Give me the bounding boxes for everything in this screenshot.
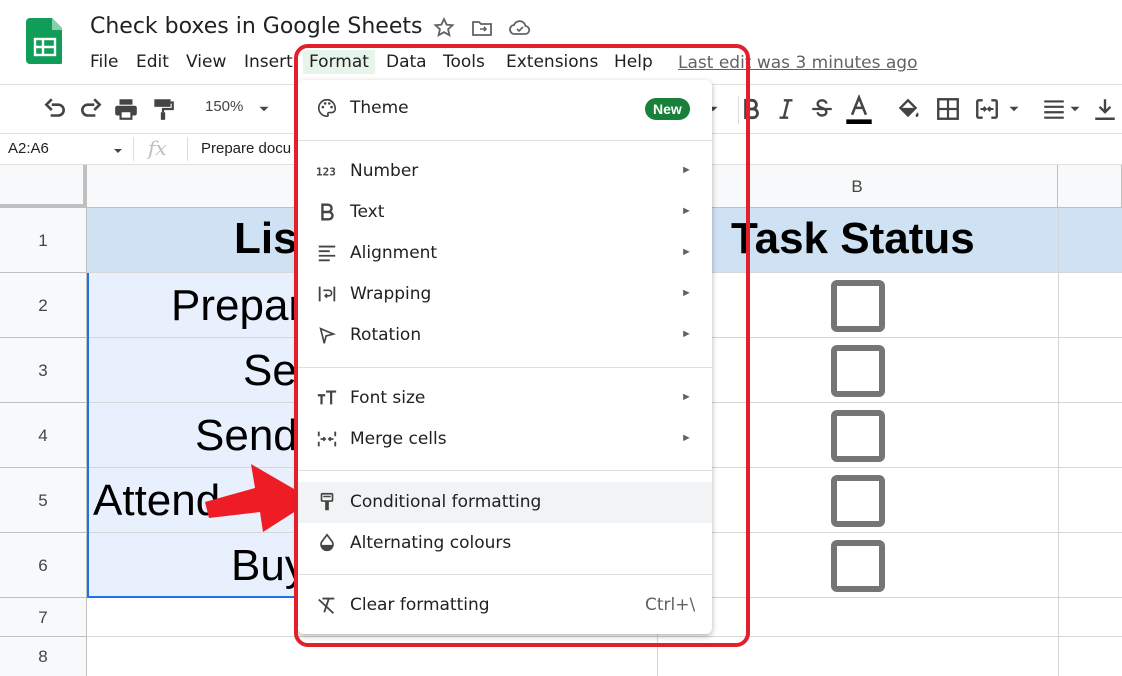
cell-b1-text: Task Status xyxy=(731,214,975,263)
document-title[interactable]: Check boxes in Google Sheets xyxy=(90,14,422,39)
checkbox-b6[interactable] xyxy=(831,540,885,592)
menu-insert[interactable]: Insert xyxy=(244,52,293,72)
fx-icon: fx xyxy=(148,136,167,160)
checkbox-b5[interactable] xyxy=(831,475,885,527)
cell-c2[interactable] xyxy=(1058,273,1122,338)
formula-divider xyxy=(187,137,188,161)
checkbox-b2[interactable] xyxy=(831,280,885,332)
row-header-8[interactable]: 8 xyxy=(0,637,87,676)
text-color-icon[interactable] xyxy=(845,94,873,124)
formula-input[interactable]: Prepare docu xyxy=(201,140,291,157)
menu-file[interactable]: File xyxy=(90,52,118,72)
zoom-select[interactable]: 150% xyxy=(205,98,243,115)
row-header-6[interactable]: 6 xyxy=(0,533,87,598)
selection-border xyxy=(87,273,89,598)
row-header-4[interactable]: 4 xyxy=(0,403,87,468)
row-header-5[interactable]: 5 xyxy=(0,468,87,533)
merge-dropdown-icon[interactable] xyxy=(1005,100,1023,118)
zoom-dropdown-icon[interactable] xyxy=(255,100,273,118)
cell-c5[interactable] xyxy=(1058,468,1122,533)
cell-c6[interactable] xyxy=(1058,533,1122,598)
checkbox-b3[interactable] xyxy=(831,345,885,397)
column-header-c[interactable] xyxy=(1058,165,1122,208)
cell-c3[interactable] xyxy=(1058,338,1122,403)
cloud-saved-icon[interactable] xyxy=(508,16,532,40)
menu-view[interactable]: View xyxy=(186,52,226,72)
star-icon[interactable] xyxy=(432,16,456,40)
cell-a3-text: Se xyxy=(243,346,297,395)
redo-icon[interactable] xyxy=(78,96,104,122)
cell-a4-text: Send xyxy=(195,411,298,460)
borders-icon[interactable] xyxy=(935,96,961,122)
row-header-1[interactable]: 1 xyxy=(0,208,87,273)
name-box[interactable]: A2:A6 xyxy=(8,140,49,157)
italic-icon[interactable] xyxy=(773,96,799,122)
fill-color-icon[interactable] xyxy=(895,96,921,122)
red-highlight-box xyxy=(294,44,750,647)
align-dropdown-icon[interactable] xyxy=(1066,100,1084,118)
checkbox-b4[interactable] xyxy=(831,410,885,462)
paint-format-icon[interactable] xyxy=(150,96,176,122)
cell-c1[interactable] xyxy=(1058,208,1122,273)
row-header-7[interactable]: 7 xyxy=(0,598,87,637)
row-header-2[interactable]: 2 xyxy=(0,273,87,338)
undo-icon[interactable] xyxy=(42,96,68,122)
cell-c7[interactable] xyxy=(1058,598,1122,637)
merge-icon[interactable] xyxy=(974,96,1000,122)
formula-divider xyxy=(133,137,134,161)
cell-a2-text: Prepar xyxy=(171,281,304,330)
sheets-logo-icon[interactable] xyxy=(26,18,62,64)
cell-a5-text: Attend xyxy=(93,476,221,525)
valign-icon[interactable] xyxy=(1092,96,1118,122)
select-all-corner[interactable] xyxy=(0,165,87,208)
move-folder-icon[interactable] xyxy=(470,16,494,40)
align-icon[interactable] xyxy=(1041,96,1067,122)
name-box-dropdown-icon[interactable] xyxy=(110,143,126,159)
cell-a1-text: Lis xyxy=(234,214,298,263)
cell-c4[interactable] xyxy=(1058,403,1122,468)
print-icon[interactable] xyxy=(113,96,139,122)
cell-c8[interactable] xyxy=(1058,637,1122,676)
row-header-3[interactable]: 3 xyxy=(0,338,87,403)
menu-edit[interactable]: Edit xyxy=(136,52,169,72)
strikethrough-icon[interactable] xyxy=(809,96,835,122)
